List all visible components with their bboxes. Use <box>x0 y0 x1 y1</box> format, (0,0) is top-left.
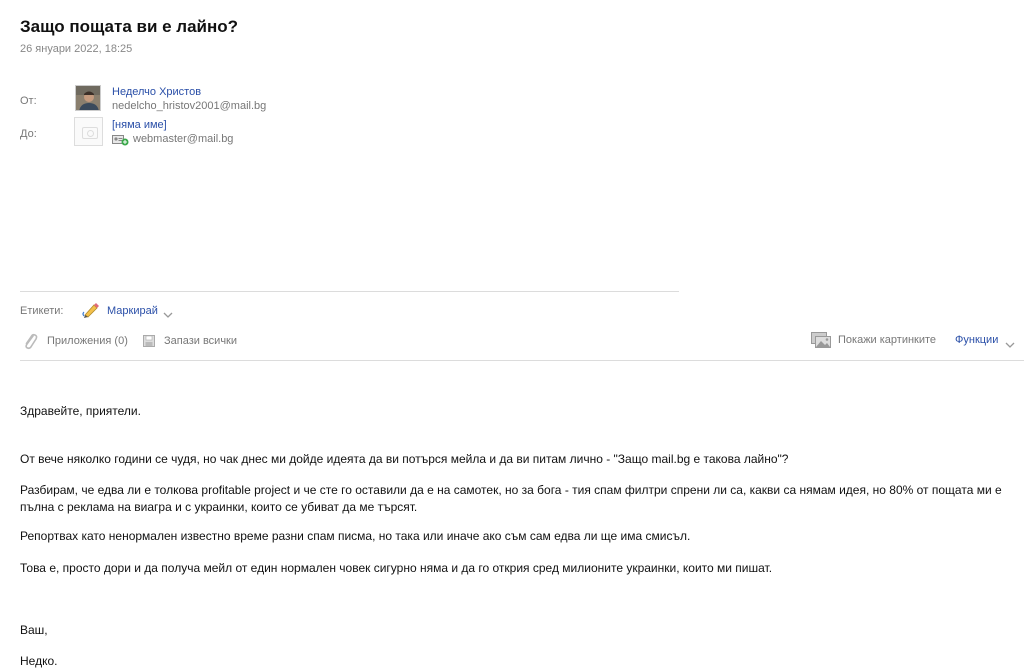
body-paragraph: От вече няколко години се чудя, но чак д… <box>20 452 789 466</box>
from-label: От: <box>20 95 37 107</box>
sender-email: nedelcho_hristov2001@mail.bg <box>112 100 267 112</box>
camera-placeholder-icon <box>74 117 103 146</box>
body-paragraph: Това е, просто дори и да получа мейл от … <box>20 561 773 575</box>
save-disk-icon <box>143 334 155 347</box>
tags-label: Етикети: <box>20 305 64 317</box>
functions-menu-button[interactable]: Функции <box>955 334 998 346</box>
body-paragraph: Репортвах като ненормален известно време… <box>20 529 691 543</box>
chevron-down-icon[interactable] <box>163 306 173 318</box>
sender-name[interactable]: Неделчо Христов <box>112 86 201 98</box>
pictures-icon <box>811 332 833 349</box>
body-paragraph: Ваш, <box>20 623 48 637</box>
attachments-button[interactable]: Приложения (0) <box>47 335 128 347</box>
chevron-down-icon[interactable] <box>1005 336 1015 348</box>
pencil-tag-icon[interactable] <box>82 302 100 318</box>
body-paragraph: Здравейте, приятели. <box>20 404 141 418</box>
mark-tag-button[interactable]: Маркирай <box>107 305 158 317</box>
add-contact-icon[interactable] <box>112 133 129 146</box>
message-subject: Защо пощата ви е лайно? <box>20 17 239 36</box>
recipient-name[interactable]: [няма име] <box>112 119 167 131</box>
sender-avatar[interactable] <box>75 85 101 111</box>
recipient-email: webmaster@mail.bg <box>133 133 234 145</box>
body-paragraph: Недко. <box>20 654 58 668</box>
message-date: 26 януари 2022, 18:25 <box>20 43 133 55</box>
body-paragraph: Разбирам, че едва ли е толкова profitabl… <box>20 483 1002 514</box>
save-all-button[interactable]: Запази всички <box>164 335 237 347</box>
show-pictures-button[interactable]: Покажи картинките <box>838 334 936 346</box>
header-divider <box>20 291 679 292</box>
paperclip-icon <box>22 332 38 350</box>
toolbar-divider <box>20 360 1024 361</box>
to-label: До: <box>20 128 37 140</box>
